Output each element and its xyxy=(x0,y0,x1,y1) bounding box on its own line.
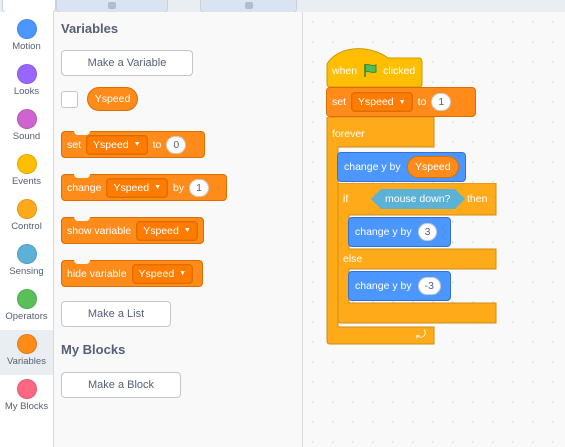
variable-dropdown[interactable]: Yspeed ▼ xyxy=(86,134,148,155)
block-label: change y by xyxy=(344,161,401,173)
sound-icon xyxy=(244,2,253,9)
loop-arrow-icon: ⤾ xyxy=(416,327,426,341)
block-label: to xyxy=(417,96,427,108)
chevron-down-icon: ▼ xyxy=(179,270,187,277)
category-looks[interactable]: Looks xyxy=(0,60,53,105)
change-y-by-neg3-block[interactable]: change y by -3 xyxy=(348,271,451,301)
variable-dropdown[interactable]: Yspeed ▼ xyxy=(136,220,198,241)
value-input[interactable]: 1 xyxy=(431,93,452,111)
category-label: Motion xyxy=(12,41,41,52)
category-label: Sound xyxy=(12,131,41,142)
dropdown-value: Yspeed xyxy=(138,267,175,280)
control-icon xyxy=(16,199,37,219)
value-input[interactable]: 3 xyxy=(417,223,438,241)
block-label: change y by xyxy=(355,226,412,238)
value-input[interactable]: -3 xyxy=(417,277,441,295)
category-menu: Motion Looks Sound Events Control Sensin… xyxy=(0,12,54,447)
make-list-button[interactable]: Make a List xyxy=(61,301,171,327)
if-else-block[interactable]: if mouse down? then else xyxy=(337,183,497,324)
code-workspace[interactable]: when clicked set Yspeed ▼ to 1 forever ⤾ … xyxy=(303,12,565,447)
category-label: Looks xyxy=(13,86,40,97)
category-operators[interactable]: Operators xyxy=(0,285,53,330)
category-sound[interactable]: Sound xyxy=(0,105,53,150)
set-yspeed-block[interactable]: set Yspeed ▼ to 1 xyxy=(326,87,476,117)
variable-reporter-yspeed[interactable]: Yspeed xyxy=(87,87,138,111)
hide-variable-block[interactable]: hide variable Yspeed ▼ xyxy=(61,260,203,287)
category-events[interactable]: Events xyxy=(0,150,53,195)
block-notch xyxy=(74,174,90,178)
block-label: by xyxy=(173,181,185,194)
chevron-down-icon: ▼ xyxy=(154,184,162,191)
change-y-by-yspeed-block[interactable]: change y by Yspeed xyxy=(337,152,466,182)
show-variable-block[interactable]: show variable Yspeed ▼ xyxy=(61,217,204,244)
yspeed-reporter[interactable]: Yspeed xyxy=(406,156,459,178)
block-label: change y by xyxy=(355,280,412,292)
block-label: to xyxy=(152,138,162,151)
category-label: Variables xyxy=(7,356,46,367)
costumes-icon xyxy=(108,2,116,9)
mouse-down-condition[interactable]: mouse down? xyxy=(371,189,465,209)
block-label: set xyxy=(332,96,347,108)
category-sensing[interactable]: Sensing xyxy=(0,240,53,285)
hat-clicked-label: clicked xyxy=(383,64,416,77)
variable-dropdown[interactable]: Yspeed ▼ xyxy=(351,92,413,112)
block-label: hide variable xyxy=(67,267,127,280)
chevron-down-icon: ▼ xyxy=(183,227,191,234)
category-motion[interactable]: Motion xyxy=(0,15,53,60)
block-notch xyxy=(74,217,90,221)
looks-icon xyxy=(16,64,37,84)
variable-dropdown[interactable]: Yspeed ▼ xyxy=(131,263,194,284)
else-label: else xyxy=(343,253,363,265)
block-notch xyxy=(74,131,90,135)
make-block-button[interactable]: Make a Block xyxy=(61,372,181,398)
make-variable-button[interactable]: Make a Variable xyxy=(61,50,193,76)
when-flag-clicked-block[interactable]: when clicked xyxy=(326,44,423,89)
category-label: Operators xyxy=(5,311,48,322)
then-label: then xyxy=(467,193,488,205)
hat-block-content: when clicked xyxy=(332,63,415,78)
block-label: change xyxy=(67,181,102,194)
my-blocks-icon xyxy=(16,379,37,399)
category-my-blocks[interactable]: My Blocks xyxy=(0,375,53,420)
category-label: Events xyxy=(11,176,42,187)
dropdown-value: Yspeed xyxy=(143,224,179,237)
if-label: if xyxy=(343,193,349,205)
category-label: Sensing xyxy=(9,266,44,277)
forever-label: forever xyxy=(332,128,365,140)
dropdown-value: Yspeed xyxy=(113,181,150,194)
block-notch xyxy=(74,260,90,264)
block-palette: Variables Make a Variable Yspeed set Ysp… xyxy=(54,12,303,447)
category-label: Control xyxy=(11,221,42,232)
variables-icon xyxy=(16,334,37,354)
motion-icon xyxy=(16,19,37,39)
operators-icon xyxy=(16,289,37,309)
change-variable-block[interactable]: change Yspeed ▼ by 1 xyxy=(61,174,227,201)
variable-dropdown[interactable]: Yspeed ▼ xyxy=(106,177,169,198)
set-variable-block[interactable]: set Yspeed ▼ to 0 xyxy=(61,131,205,158)
dropdown-value: Yspeed xyxy=(93,138,129,151)
my-blocks-section-title: My Blocks xyxy=(61,342,126,357)
category-control[interactable]: Control xyxy=(0,195,53,240)
block-label: show variable xyxy=(67,224,132,237)
chevron-down-icon: ▼ xyxy=(133,141,141,148)
dropdown-value: Yspeed xyxy=(358,96,394,108)
events-icon xyxy=(16,154,37,174)
block-label: set xyxy=(67,138,82,151)
sensing-icon xyxy=(16,244,37,264)
change-y-by-3-block[interactable]: change y by 3 xyxy=(348,217,451,247)
sound-icon xyxy=(16,109,37,129)
green-flag-icon xyxy=(364,63,377,77)
variables-section-title: Variables xyxy=(61,21,119,36)
value-input[interactable]: 1 xyxy=(189,178,209,197)
chevron-down-icon: ▼ xyxy=(398,98,406,106)
category-variables[interactable]: Variables xyxy=(0,330,53,375)
hat-when-label: when xyxy=(332,64,358,77)
category-label: My Blocks xyxy=(4,401,49,412)
value-input[interactable]: 0 xyxy=(166,135,187,154)
variable-monitor-checkbox[interactable] xyxy=(61,91,78,108)
